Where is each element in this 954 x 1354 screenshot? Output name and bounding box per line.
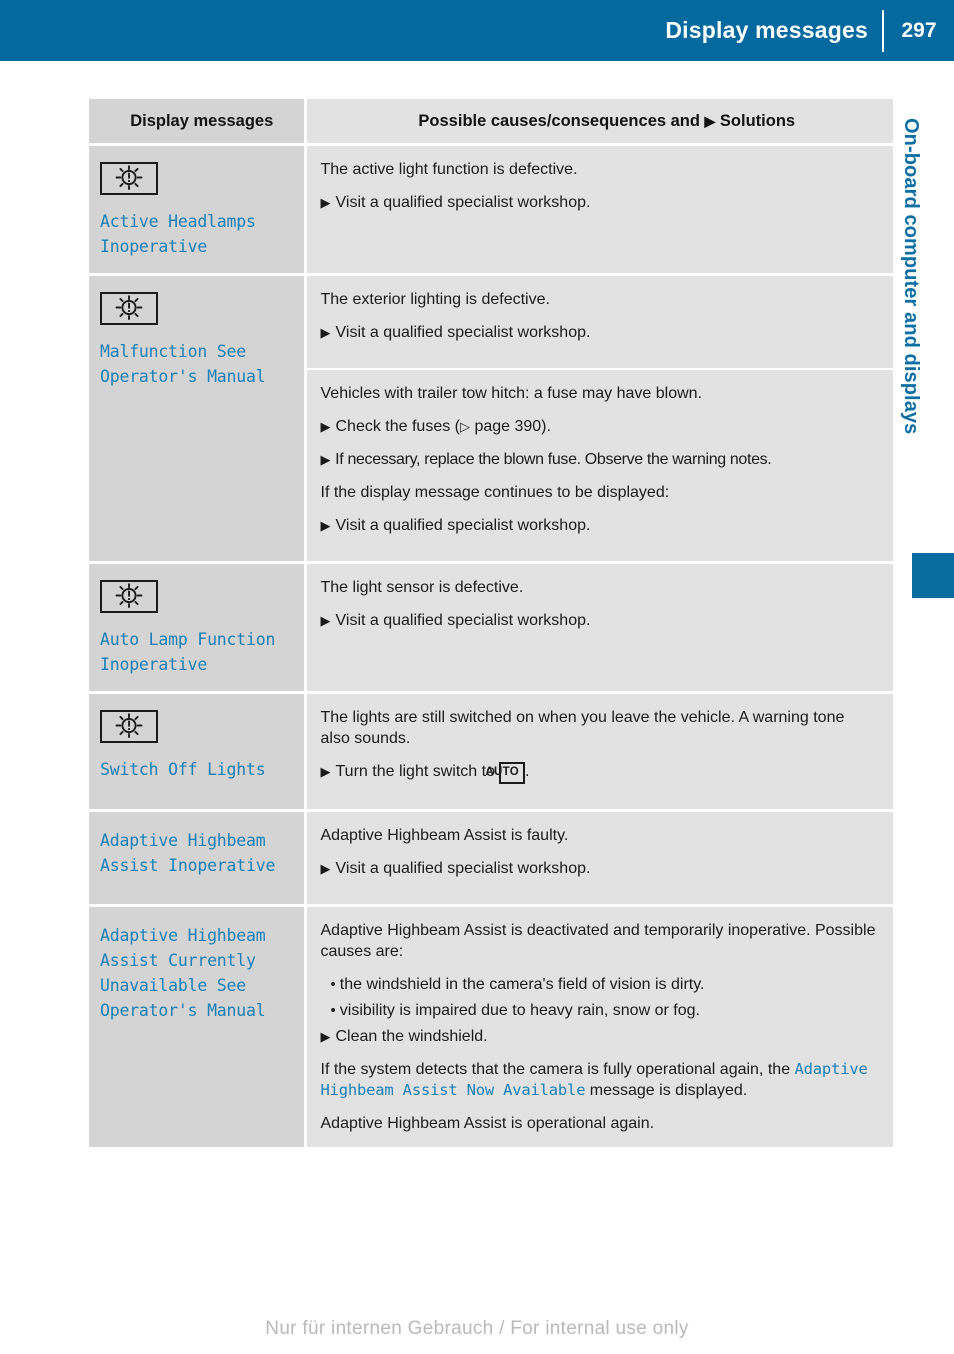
- lamp-warning-icon: [100, 162, 158, 195]
- cause-bullet: • visibility is impaired due to heavy rai…: [330, 1001, 700, 1019]
- solid-triangle-icon: ▶: [320, 518, 331, 533]
- solid-triangle-icon: ▶: [704, 113, 716, 129]
- description-paragraph: Adaptive Highbeam Assist is operational …: [320, 1114, 655, 1132]
- lamp-warning-icon: [100, 580, 158, 613]
- description-paragraph: If the display message continues to be d…: [320, 484, 670, 501]
- description-cell: The active light function is defective. ▶…: [303, 144, 893, 276]
- description-paragraph: The active light function is defective.: [320, 161, 578, 178]
- manual-page: Display messages 297 On-board computer a…: [0, 0, 954, 1354]
- message-cell: Active Headlamps Inoperative: [89, 144, 305, 276]
- table-row: Malfunction See Operator's Manual The ext…: [89, 274, 893, 564]
- solution-step: ▶ Visit a qualified specialist workshop.: [320, 194, 591, 211]
- table-row: Active Headlamps Inoperative The active l…: [89, 144, 893, 276]
- bullet-dot-icon: •: [330, 975, 336, 993]
- display-message-text: Active Headlamps Inoperative: [100, 212, 256, 256]
- page-title: Display messages: [665, 17, 868, 43]
- description-cell: Adaptive Highbeam Assist is faulty. ▶ Visi…: [303, 810, 893, 907]
- description-paragraph: The lights are still switched on when yo…: [320, 709, 845, 747]
- table-row: Adaptive Highbeam Assist Currently Unava…: [89, 905, 893, 1147]
- solid-triangle-icon: ▶: [320, 195, 331, 210]
- solution-step: ▶ Visit a qualified specialist workshop.: [320, 517, 591, 534]
- solution-step: ▶ Turn the light switch to AUTO.: [321, 761, 878, 784]
- solid-triangle-icon: ▶: [320, 325, 331, 340]
- display-message-text: Adaptive Highbeam Assist Inoperative: [100, 830, 276, 875]
- description-paragraph: Vehicles with trailer tow hitch: a fuse …: [320, 385, 703, 402]
- solid-triangle-icon: ▶: [320, 860, 331, 876]
- message-cell: Auto Lamp Function Inoperative: [89, 562, 305, 694]
- description-paragraph: If the system detects that the camera is…: [320, 1059, 868, 1099]
- page-reference-icon: ▷: [460, 419, 470, 434]
- table-row: Adaptive Highbeam Assist Inoperative Adap…: [89, 810, 893, 907]
- message-cell: Malfunction See Operator's Manual: [89, 274, 305, 564]
- footer-watermark: Nur für internen Gebrauch / For internal…: [265, 1318, 689, 1339]
- description-paragraph: Adaptive Highbeam Assist is faulty.: [320, 826, 569, 844]
- solid-triangle-icon: ▶: [320, 452, 331, 467]
- solution-step: ▶ Clean the windshield.: [320, 1027, 488, 1045]
- solid-triangle-icon: ▶: [320, 613, 331, 628]
- description-cell: Adaptive Highbeam Assist is deactivated …: [303, 905, 893, 1147]
- solid-triangle-icon: ▶: [320, 419, 331, 434]
- solution-step: ▶ Visit a qualified specialist workshop.: [320, 612, 591, 629]
- message-cell: Switch Off Lights: [89, 692, 305, 812]
- display-messages-table: Display messages Possible causes/conseque…: [89, 99, 893, 1147]
- chapter-tab-marker: [912, 553, 954, 598]
- description-cell: The lights are still switched on when yo…: [303, 692, 893, 812]
- table-row: Switch Off Lights The lights are still sw…: [89, 692, 893, 812]
- lamp-warning-icon: [100, 292, 158, 325]
- description-paragraph: Adaptive Highbeam Assist is deactivated …: [320, 921, 876, 960]
- page-header: Display messages 297: [0, 0, 954, 61]
- display-message-text: Switch Off Lights: [100, 760, 266, 779]
- column-header-messages: Display messages: [89, 99, 305, 146]
- cause-bullet: • the windshield in the camera's field of…: [330, 975, 705, 993]
- solid-triangle-icon: ▶: [320, 764, 331, 779]
- column-header-solutions: Possible causes/consequences and ▶ Solut…: [303, 99, 893, 146]
- chapter-side-label: On-board computer and displays: [900, 118, 922, 435]
- description-cell: The exterior lighting is defective. ▶ Visi…: [303, 274, 893, 370]
- description-paragraph: The light sensor is defective.: [320, 579, 524, 596]
- message-cell: Adaptive Highbeam Assist Inoperative: [89, 810, 305, 907]
- description-cell: The light sensor is defective. ▶ Visit a q…: [303, 562, 893, 694]
- table-row: Auto Lamp Function Inoperative The light …: [89, 562, 893, 694]
- solution-step: ▶ Check the fuses (▷ page 390).: [320, 418, 551, 435]
- lamp-warning-icon: [100, 710, 158, 743]
- page-reference: page 390).: [470, 418, 551, 435]
- display-message-text: Malfunction See Operator's Manual: [100, 342, 266, 386]
- auto-switch-badge: AUTO: [485, 762, 525, 784]
- description-paragraph: The exterior lighting is defective.: [320, 291, 550, 308]
- page-number: 297: [901, 19, 937, 42]
- table-header-row: Display messages Possible causes/conseque…: [89, 99, 893, 146]
- display-message-text: Adaptive Highbeam Assist Currently Unava…: [100, 925, 266, 1020]
- description-cell: Vehicles with trailer tow hitch: a fuse …: [303, 369, 893, 564]
- solid-triangle-icon: ▶: [320, 1028, 331, 1044]
- display-message-text: Auto Lamp Function Inoperative: [100, 630, 276, 674]
- inline-message-code: Adaptive Highbeam Assist Now Available: [320, 1059, 868, 1099]
- solution-step: ▶ Visit a qualified specialist workshop.: [320, 859, 591, 877]
- solution-step: ▶ If necessary, replace the blown fuse. O…: [320, 451, 772, 468]
- solution-step: ▶ Visit a qualified specialist workshop.: [320, 324, 591, 341]
- message-cell: Adaptive Highbeam Assist Currently Unava…: [89, 905, 305, 1147]
- bullet-dot-icon: •: [330, 1001, 336, 1019]
